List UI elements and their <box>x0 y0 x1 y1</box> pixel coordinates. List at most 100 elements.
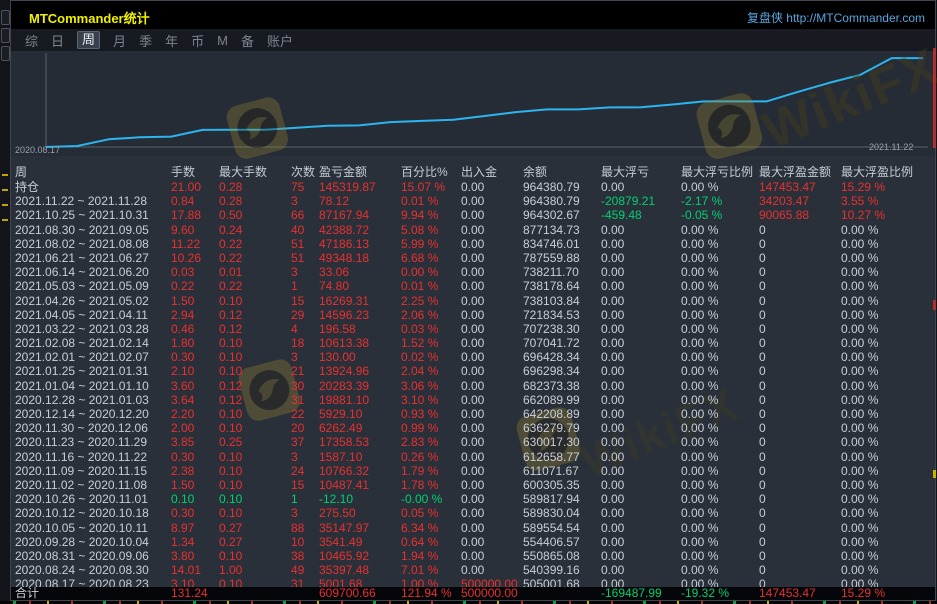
value-cell: 1 <box>291 279 319 293</box>
value-cell: 0.00 <box>461 251 523 265</box>
table-row[interactable]: 2020.08.31 ~ 2020.09.063.800.103810465.9… <box>11 549 935 563</box>
value-cell: 0.00 <box>461 464 523 478</box>
menu-item-3[interactable]: 周 <box>77 31 100 49</box>
value-cell: 42388.72 <box>319 223 401 237</box>
table-row[interactable]: 2021.05.03 ~ 2021.05.090.220.22174.800.0… <box>11 279 935 293</box>
column-header: 周 <box>11 164 171 180</box>
table-row[interactable]: 2021.08.02 ~ 2021.08.0811.220.225147186.… <box>11 237 935 251</box>
value-cell: 74.80 <box>319 279 401 293</box>
value-cell: 3.60 <box>171 379 219 393</box>
table-row[interactable]: 2020.08.24 ~ 2020.08.3014.011.004935397.… <box>11 563 935 577</box>
table-row[interactable]: 2020.11.09 ~ 2020.11.152.380.102410766.3… <box>11 464 935 478</box>
menu-item-2[interactable]: 日 <box>51 31 64 50</box>
value-cell: 877134.73 <box>523 223 601 237</box>
value-cell: 6262.49 <box>319 421 401 435</box>
value-cell: 0 <box>759 563 841 577</box>
value-cell: 20283.39 <box>319 379 401 393</box>
window-title: MTCommander统计 <box>29 8 150 27</box>
table-row[interactable]: 2020.10.12 ~ 2020.10.180.300.103275.500.… <box>11 506 935 520</box>
value-cell <box>523 587 601 600</box>
x-axis-end-label: 2021.11.22 <box>869 142 913 152</box>
table-row[interactable]: 2020.11.16 ~ 2020.11.220.300.1031587.100… <box>11 450 935 464</box>
value-cell: 0.30 <box>171 350 219 364</box>
table-row[interactable]: 2020.11.02 ~ 2020.11.081.500.101510487.4… <box>11 478 935 492</box>
period-cell: 2021.08.02 ~ 2021.08.08 <box>11 237 171 251</box>
value-cell: 0.84 <box>171 194 219 208</box>
table-row[interactable]: 2020.11.30 ~ 2020.12.062.000.10206262.49… <box>11 421 935 435</box>
value-cell: 0 <box>759 308 841 322</box>
menu-item-8[interactable]: M <box>217 33 228 48</box>
table-row[interactable]: 2020.09.28 ~ 2020.10.041.340.27103541.49… <box>11 535 935 549</box>
table-row[interactable]: 2021.06.14 ~ 2021.06.200.030.01333.060.0… <box>11 265 935 279</box>
value-cell: 3 <box>291 450 319 464</box>
value-cell: 0.00 % <box>681 379 759 393</box>
menu-item-5[interactable]: 季 <box>139 31 152 50</box>
value-cell: 0.00 % <box>841 478 935 492</box>
value-cell: 29 <box>291 308 319 322</box>
background-toolbar-button <box>1 46 10 61</box>
table-row[interactable]: 2021.04.05 ~ 2021.04.112.940.122914596.2… <box>11 308 935 322</box>
table-row[interactable]: 2021.01.04 ~ 2021.01.103.600.123020283.3… <box>11 379 935 393</box>
table-total-row[interactable]: 合计131.24609700.66121.94 %500000.00-16948… <box>11 587 935 600</box>
value-cell: 0.00 <box>601 308 681 322</box>
value-cell: 3 <box>291 194 319 208</box>
menu-item-9[interactable]: 备 <box>241 31 254 50</box>
table-row[interactable]: 2021.02.01 ~ 2021.02.070.300.103130.000.… <box>11 350 935 364</box>
value-cell: 22 <box>291 407 319 421</box>
value-cell: 540399.16 <box>523 563 601 577</box>
value-cell: 0.22 <box>219 251 291 265</box>
period-cell: 2021.06.21 ~ 2021.06.27 <box>11 251 171 265</box>
brand-link[interactable]: 复盘侠 http://MTCommander.com <box>747 9 925 26</box>
table-row[interactable]: 2020.10.26 ~ 2020.11.010.100.101-12.10-0… <box>11 492 935 506</box>
table-row[interactable]: 持仓21.000.2875145319.8715.07 %0.00964380.… <box>11 180 935 194</box>
menu-item-6[interactable]: 年 <box>165 31 178 50</box>
table-row[interactable]: 2021.10.25 ~ 2021.10.3117.880.506687167.… <box>11 208 935 222</box>
background-window-right-fragment <box>933 470 936 478</box>
table-row[interactable]: 2021.03.22 ~ 2021.03.280.460.124196.580.… <box>11 322 935 336</box>
value-cell: 0 <box>759 478 841 492</box>
column-header: 百分比% <box>401 164 461 180</box>
table-row[interactable]: 2020.12.14 ~ 2020.12.202.200.10225929.10… <box>11 407 935 421</box>
value-cell: 0.10 <box>219 364 291 378</box>
value-cell: 0.00 % <box>841 223 935 237</box>
value-cell: -0.00 % <box>401 492 461 506</box>
value-cell: 0.26 % <box>401 450 461 464</box>
value-cell: 550865.08 <box>523 549 601 563</box>
value-cell: 0.27 <box>219 521 291 535</box>
menu-item-7[interactable]: 币 <box>191 31 204 50</box>
table-row[interactable]: 2021.08.30 ~ 2021.09.059.600.244042388.7… <box>11 223 935 237</box>
menu-item-10[interactable]: 账户 <box>267 31 293 50</box>
table-row[interactable]: 2020.10.05 ~ 2020.10.118.970.278835147.9… <box>11 521 935 535</box>
table-row[interactable]: 2020.11.23 ~ 2020.11.293.850.253717358.5… <box>11 435 935 449</box>
value-cell: 0.00 % <box>681 350 759 364</box>
value-cell: 0.05 % <box>401 506 461 520</box>
table-row[interactable]: 2021.11.22 ~ 2021.11.280.840.28378.120.0… <box>11 194 935 208</box>
value-cell: 24 <box>291 464 319 478</box>
value-cell: 0 <box>759 223 841 237</box>
value-cell: 47186.13 <box>319 237 401 251</box>
value-cell: 1.50 <box>171 294 219 308</box>
value-cell: 3.10 % <box>401 393 461 407</box>
table-row[interactable]: 2021.06.21 ~ 2021.06.2710.260.225149348.… <box>11 251 935 265</box>
value-cell: 0.00 <box>461 492 523 506</box>
value-cell: -0.05 % <box>681 208 759 222</box>
value-cell: 30 <box>291 379 319 393</box>
value-cell: 0.00 <box>601 336 681 350</box>
value-cell: 707041.72 <box>523 336 601 350</box>
menu-item-4[interactable]: 月 <box>113 31 126 50</box>
value-cell: 20 <box>291 421 319 435</box>
table-row[interactable]: 2021.02.08 ~ 2021.02.141.800.101810613.3… <box>11 336 935 350</box>
value-cell: 0.10 <box>171 492 219 506</box>
table-row[interactable]: 2021.01.25 ~ 2021.01.312.100.102113924.9… <box>11 364 935 378</box>
value-cell: 1.50 <box>171 478 219 492</box>
menu-item-1[interactable]: 综 <box>25 31 38 50</box>
value-cell: 0.00 <box>461 180 523 194</box>
value-cell: 21.00 <box>171 180 219 194</box>
value-cell: 642208.89 <box>523 407 601 421</box>
value-cell: 3.06 % <box>401 379 461 393</box>
equity-line <box>46 58 923 147</box>
value-cell: 0.01 % <box>401 279 461 293</box>
weekly-stats-table: 周手数最大手数次数盈亏金额百分比%出入金余额最大浮亏最大浮亏比例最大浮盈金额最大… <box>11 156 935 600</box>
table-row[interactable]: 2021.04.26 ~ 2021.05.021.500.101516269.3… <box>11 294 935 308</box>
table-row[interactable]: 2020.12.28 ~ 2021.01.033.640.123119881.1… <box>11 393 935 407</box>
